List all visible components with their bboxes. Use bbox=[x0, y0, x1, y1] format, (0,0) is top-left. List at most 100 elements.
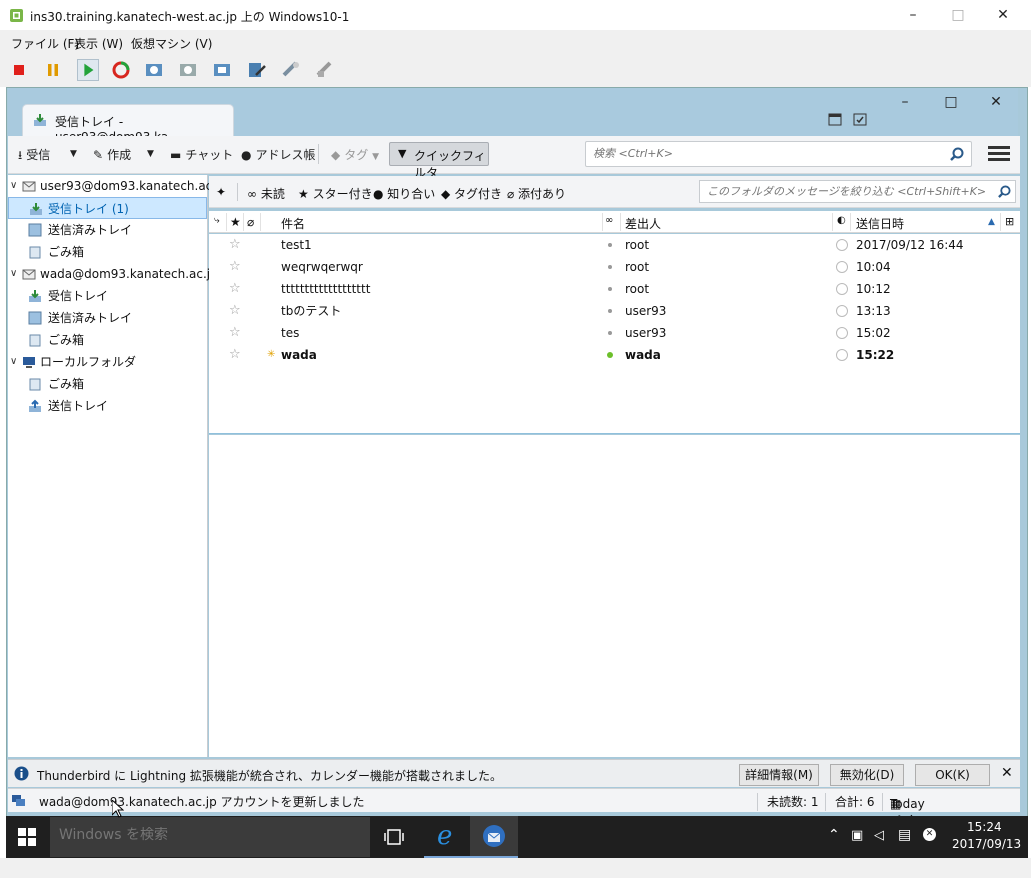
tag-button[interactable]: ◆ タグ ▼ bbox=[331, 146, 379, 163]
vm-tools-icon[interactable] bbox=[280, 59, 302, 81]
folder-filter-input[interactable] bbox=[707, 185, 987, 198]
column-separator[interactable] bbox=[620, 213, 621, 231]
filter-unread[interactable]: ∞ 未読 bbox=[247, 185, 285, 202]
search-icon[interactable] bbox=[950, 147, 964, 161]
windows-start-icon[interactable] bbox=[18, 828, 36, 846]
filter-attachment[interactable]: ⌀ 添付あり bbox=[507, 185, 566, 202]
taskbar-ie-button[interactable]: e bbox=[424, 816, 472, 858]
windows-search-input[interactable] bbox=[59, 827, 349, 843]
column-separator[interactable] bbox=[850, 213, 851, 231]
table-row[interactable]: ☆ ✳ wada wada 15:22 bbox=[209, 344, 1020, 366]
folder-sent-wada[interactable]: 送信済みトレイ bbox=[8, 307, 207, 329]
attachment-column-icon[interactable]: ⌀ bbox=[247, 215, 254, 229]
read-status-dot[interactable] bbox=[608, 243, 612, 247]
folder-outbox-local[interactable]: 送信トレイ bbox=[8, 395, 207, 417]
volume-muted-icon[interactable]: ◁ bbox=[874, 828, 884, 843]
chat-button[interactable]: ▬ チャット bbox=[170, 146, 233, 163]
write-button[interactable]: ✎ 作成 bbox=[93, 146, 131, 163]
column-sender[interactable]: 差出人 bbox=[625, 215, 661, 232]
folder-trash-local[interactable]: ごみ箱 bbox=[8, 373, 207, 395]
get-mail-button[interactable]: ⭳ 受信 bbox=[18, 146, 50, 167]
folder-local[interactable]: ∨ ローカルフォルダ bbox=[8, 351, 207, 373]
notification-center-icon[interactable]: ▤ bbox=[898, 827, 911, 843]
junk-status-icon[interactable] bbox=[836, 261, 848, 273]
column-separator[interactable] bbox=[1000, 213, 1001, 231]
column-date[interactable]: 送信日時 bbox=[856, 215, 904, 232]
thread-column-icon[interactable]: ⤷ bbox=[214, 215, 220, 226]
app-menu-button[interactable] bbox=[988, 144, 1010, 164]
folder-trash-user93[interactable]: ごみ箱 bbox=[8, 241, 207, 263]
suspend-icon[interactable] bbox=[42, 59, 64, 81]
expand-icon[interactable]: ∨ bbox=[10, 263, 17, 285]
host-close-button[interactable]: ✕ bbox=[980, 0, 1026, 31]
table-row[interactable]: ☆ tes user93 15:02 bbox=[209, 322, 1020, 344]
console-icon[interactable] bbox=[314, 59, 336, 81]
search-icon[interactable] bbox=[998, 185, 1011, 198]
revert-snapshot-icon[interactable] bbox=[177, 59, 199, 81]
global-search-box[interactable] bbox=[585, 141, 972, 167]
power-off-icon[interactable] bbox=[8, 59, 30, 81]
chevron-up-icon[interactable]: ⌃ bbox=[828, 827, 840, 843]
filter-contacts[interactable]: ● 知り合い bbox=[373, 185, 435, 202]
tab-inbox[interactable]: 受信トレイ - user93@dom93.ka... bbox=[22, 104, 234, 144]
junk-status-icon[interactable] bbox=[836, 283, 848, 295]
edit-settings-icon[interactable] bbox=[246, 59, 268, 81]
calendar-icon[interactable] bbox=[828, 112, 842, 126]
disable-button[interactable]: 無効化(D) bbox=[830, 764, 904, 786]
star-toggle-icon[interactable]: ☆ bbox=[229, 256, 241, 278]
unread-column-icon[interactable]: ∞ bbox=[605, 215, 613, 226]
get-mail-dropdown[interactable]: ▼ bbox=[70, 149, 77, 159]
close-icon[interactable]: ✕ bbox=[1001, 765, 1013, 781]
ok-button[interactable]: OK(K) bbox=[915, 764, 990, 786]
junk-status-icon[interactable] bbox=[836, 239, 848, 251]
star-toggle-icon[interactable]: ☆ bbox=[229, 344, 241, 366]
host-minimize-button[interactable]: – bbox=[890, 0, 936, 31]
expand-icon[interactable]: ∨ bbox=[10, 175, 17, 197]
folder-trash-wada[interactable]: ごみ箱 bbox=[8, 329, 207, 351]
pin-icon[interactable]: ✦ bbox=[216, 185, 226, 199]
table-row[interactable]: ☆ weqrwqerwqr root 10:04 bbox=[209, 256, 1020, 278]
filter-starred[interactable]: ★ スター付き bbox=[298, 185, 373, 202]
expand-icon[interactable]: ∨ bbox=[10, 351, 17, 373]
taskbar-thunderbird-button[interactable] bbox=[470, 816, 518, 858]
column-separator[interactable] bbox=[260, 213, 261, 231]
star-toggle-icon[interactable]: ☆ bbox=[229, 234, 241, 256]
menu-vm[interactable]: 仮想マシン (V) bbox=[131, 35, 212, 52]
folder-inbox-user93[interactable]: 受信トレイ (1) bbox=[8, 197, 207, 219]
table-row[interactable]: ☆ test1 root 2017/09/12 16:44 bbox=[209, 234, 1020, 256]
junk-column-icon[interactable]: ◐ bbox=[837, 215, 846, 226]
menu-view[interactable]: 表示 (W) bbox=[74, 35, 123, 52]
junk-status-icon[interactable] bbox=[836, 349, 848, 361]
guest-close-button[interactable]: ✕ bbox=[981, 94, 1011, 114]
folder-account-user93[interactable]: ∨ user93@dom93.kanatech.ac.jp bbox=[8, 175, 227, 197]
unread-status-dot[interactable] bbox=[607, 352, 613, 358]
write-dropdown[interactable]: ▼ bbox=[147, 149, 154, 159]
task-view-icon[interactable] bbox=[384, 828, 404, 846]
filter-tagged[interactable]: ◆ タグ付き bbox=[441, 185, 502, 202]
table-row[interactable]: ☆ tbのテスト user93 13:13 bbox=[209, 300, 1020, 322]
guest-maximize-button[interactable]: □ bbox=[936, 94, 966, 114]
column-subject[interactable]: 件名 bbox=[281, 215, 305, 232]
snapshot-manager-icon[interactable] bbox=[211, 59, 233, 81]
folder-filter-box[interactable] bbox=[699, 180, 1016, 203]
column-separator[interactable] bbox=[243, 213, 244, 231]
junk-status-icon[interactable] bbox=[836, 327, 848, 339]
column-separator[interactable] bbox=[602, 213, 603, 231]
folder-sent-user93[interactable]: 送信済みトレイ bbox=[8, 219, 207, 241]
star-toggle-icon[interactable]: ☆ bbox=[229, 300, 241, 322]
power-on-icon[interactable] bbox=[77, 59, 99, 81]
column-separator[interactable] bbox=[226, 213, 227, 231]
tasks-icon[interactable] bbox=[853, 112, 867, 126]
network-icon[interactable]: ▣ bbox=[851, 828, 863, 843]
guest-minimize-button[interactable]: – bbox=[890, 94, 920, 114]
column-picker-icon[interactable]: ⊞ bbox=[1005, 215, 1014, 228]
global-search-input[interactable] bbox=[593, 147, 933, 160]
read-status-dot[interactable] bbox=[608, 331, 612, 335]
taskbar-time[interactable]: 15:24 bbox=[967, 820, 1002, 834]
read-status-dot[interactable] bbox=[608, 265, 612, 269]
address-book-button[interactable]: ● アドレス帳 bbox=[241, 146, 316, 163]
read-status-dot[interactable] bbox=[608, 287, 612, 291]
folder-account-wada[interactable]: ∨ wada@dom93.kanatech.ac.jp bbox=[8, 263, 218, 285]
read-status-dot[interactable] bbox=[608, 309, 612, 313]
column-separator[interactable] bbox=[832, 213, 833, 231]
